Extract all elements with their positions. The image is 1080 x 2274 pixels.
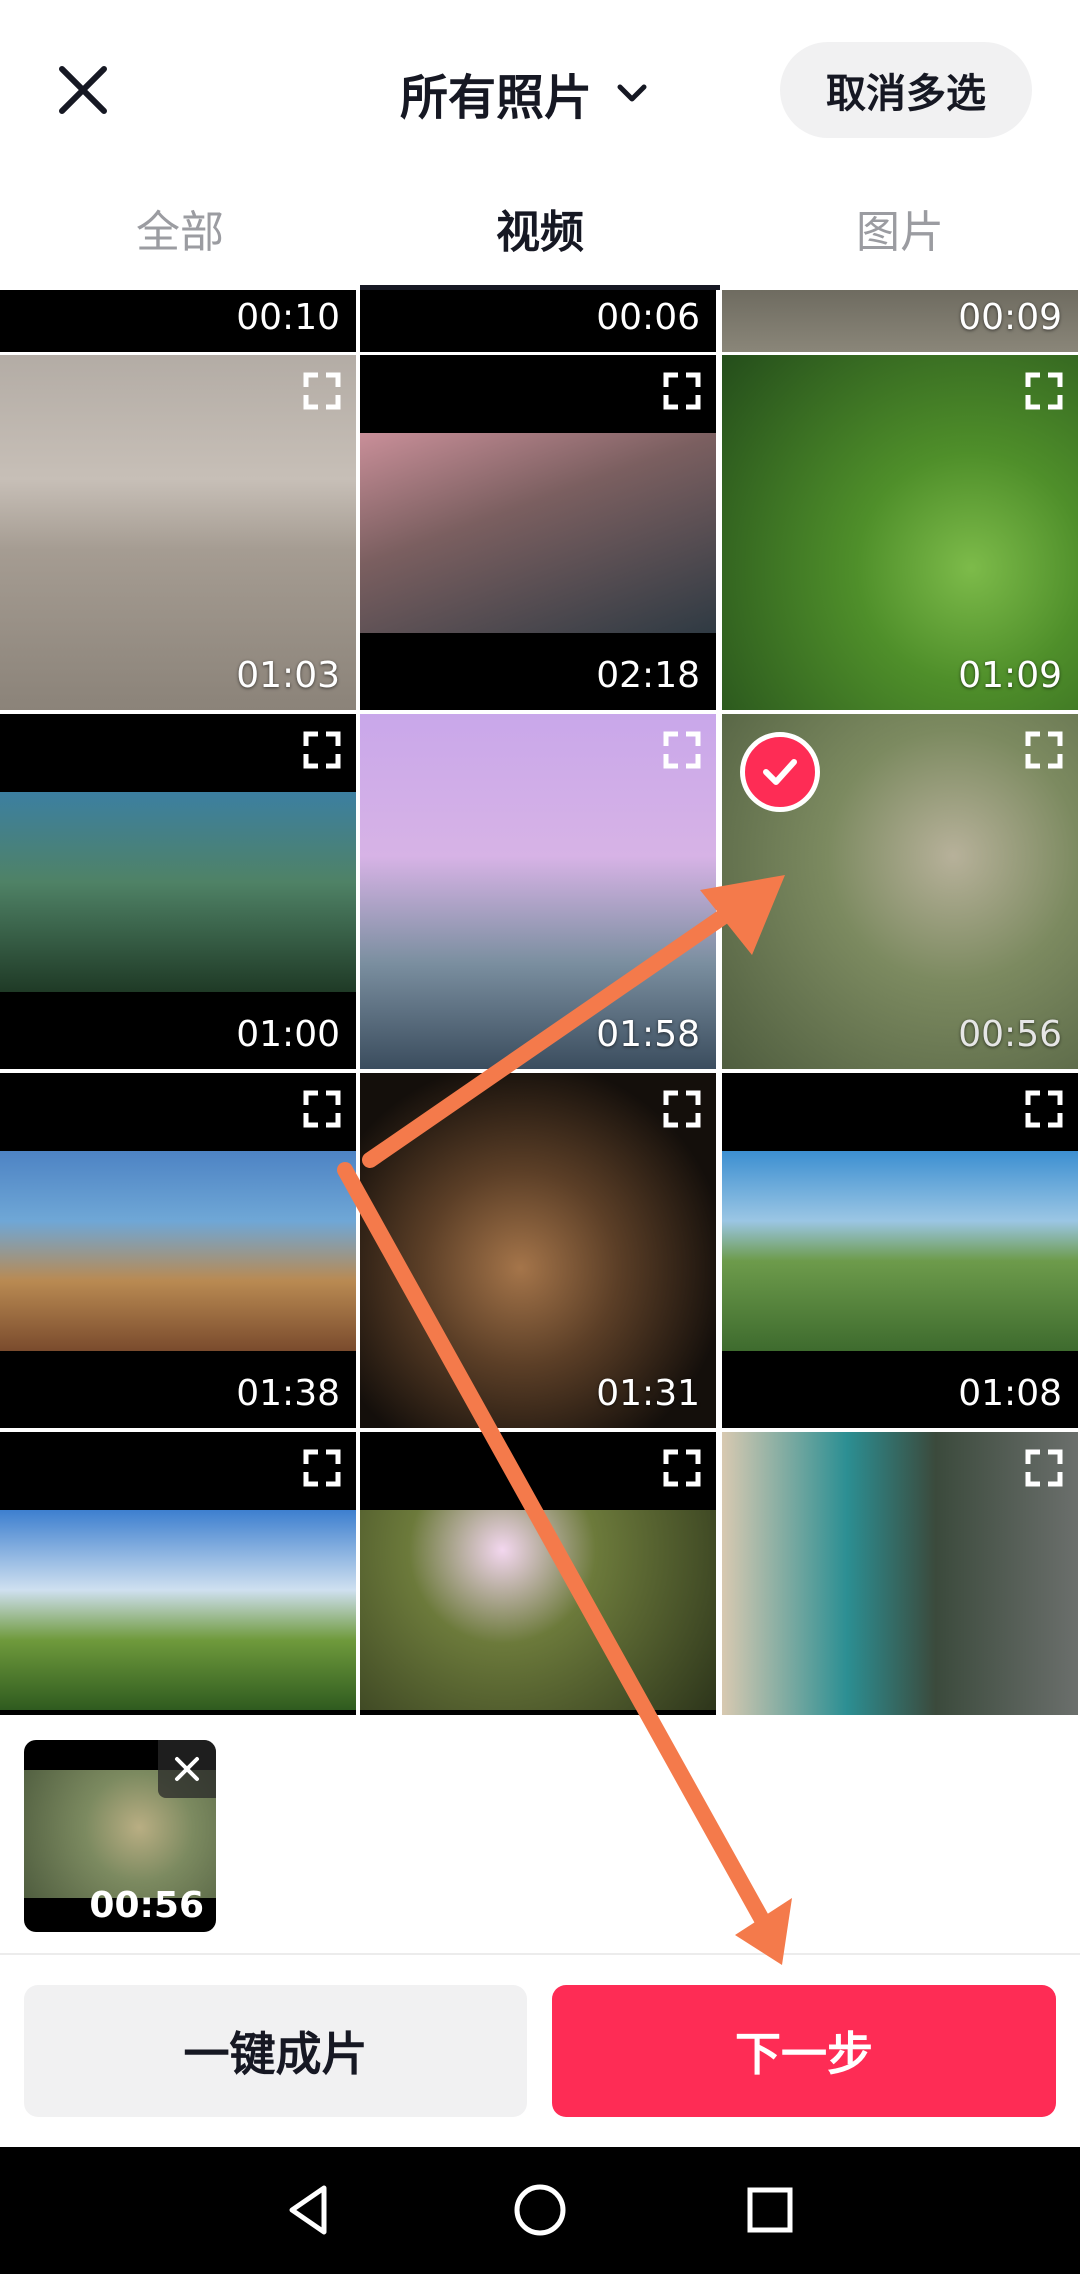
home-circle-icon: [514, 2184, 566, 2236]
album-selector[interactable]: 所有照片: [400, 55, 650, 131]
header: 所有照片 取消多选: [0, 0, 1080, 185]
recents-square-icon: [747, 2187, 793, 2233]
close-button[interactable]: [48, 50, 118, 130]
media-item[interactable]: 01:38: [0, 1073, 356, 1428]
media-item[interactable]: [722, 1432, 1078, 1715]
cancel-multiselect-button[interactable]: 取消多选: [780, 42, 1032, 138]
expand-icon[interactable]: [300, 1087, 344, 1131]
close-icon: [59, 66, 107, 114]
duration-label: 00:56: [958, 1014, 1062, 1055]
duration-label: 01:03: [236, 655, 340, 696]
media-item[interactable]: 01:00: [0, 714, 356, 1069]
duration-label: 01:09: [958, 655, 1062, 696]
expand-icon[interactable]: [300, 728, 344, 772]
media-item[interactable]: 00:06: [360, 290, 716, 352]
media-grid: 00:10 00:06 00:09 01:03 02:18 01:09 01:0…: [0, 290, 1080, 1715]
media-item[interactable]: 01:03: [0, 355, 356, 710]
system-nav-bar: [0, 2147, 1080, 2274]
expand-icon[interactable]: [1022, 369, 1066, 413]
expand-icon[interactable]: [660, 728, 704, 772]
expand-icon[interactable]: [300, 369, 344, 413]
expand-icon[interactable]: [1022, 1446, 1066, 1490]
album-title: 所有照片: [400, 70, 593, 126]
media-item[interactable]: 00:09: [722, 290, 1078, 352]
selected-check-badge[interactable]: [740, 732, 820, 812]
expand-icon[interactable]: [1022, 1087, 1066, 1131]
selected-duration: 00:56: [89, 1885, 204, 1926]
duration-label: 01:08: [958, 1373, 1062, 1414]
tab-all[interactable]: 全部: [0, 185, 360, 290]
chevron-down-icon: [617, 84, 647, 102]
media-item-selected[interactable]: 00:56: [722, 714, 1078, 1069]
nav-back-button[interactable]: [275, 2175, 345, 2245]
nav-home-button[interactable]: [505, 2175, 575, 2245]
selected-tray: 00:56: [0, 1715, 1080, 1955]
duration-label: 00:06: [596, 297, 700, 338]
media-item[interactable]: [360, 1432, 716, 1715]
expand-icon[interactable]: [660, 1087, 704, 1131]
expand-icon[interactable]: [660, 1446, 704, 1490]
media-item[interactable]: 01:08: [722, 1073, 1078, 1428]
close-icon: [175, 1757, 199, 1781]
expand-icon[interactable]: [300, 1446, 344, 1490]
duration-label: 02:18: [596, 655, 700, 696]
tab-video[interactable]: 视频: [360, 185, 720, 290]
action-bar: 一键成片 下一步: [0, 1957, 1080, 2147]
media-item[interactable]: 01:58: [360, 714, 716, 1069]
duration-label: 01:31: [596, 1373, 700, 1414]
media-item[interactable]: 00:10: [0, 290, 356, 352]
media-item[interactable]: [0, 1432, 356, 1715]
selected-thumbnail[interactable]: 00:56: [24, 1740, 216, 1932]
tab-images[interactable]: 图片: [720, 185, 1080, 290]
back-triangle-icon: [289, 2185, 327, 2235]
media-item[interactable]: 02:18: [360, 355, 716, 710]
duration-label: 00:09: [958, 297, 1062, 338]
remove-selected-button[interactable]: [158, 1740, 216, 1798]
expand-icon[interactable]: [660, 369, 704, 413]
media-type-tabs: 全部 视频 图片: [0, 185, 1080, 290]
media-item[interactable]: 01:31: [360, 1073, 716, 1428]
duration-label: 01:58: [596, 1014, 700, 1055]
expand-icon[interactable]: [1022, 728, 1066, 772]
media-item[interactable]: 01:09: [722, 355, 1078, 710]
duration-label: 01:38: [236, 1373, 340, 1414]
duration-label: 01:00: [236, 1014, 340, 1055]
duration-label: 00:10: [236, 297, 340, 338]
one-click-create-button[interactable]: 一键成片: [24, 1985, 527, 2117]
nav-recents-button[interactable]: [735, 2175, 805, 2245]
check-icon: [763, 759, 797, 785]
next-step-button[interactable]: 下一步: [552, 1985, 1056, 2117]
